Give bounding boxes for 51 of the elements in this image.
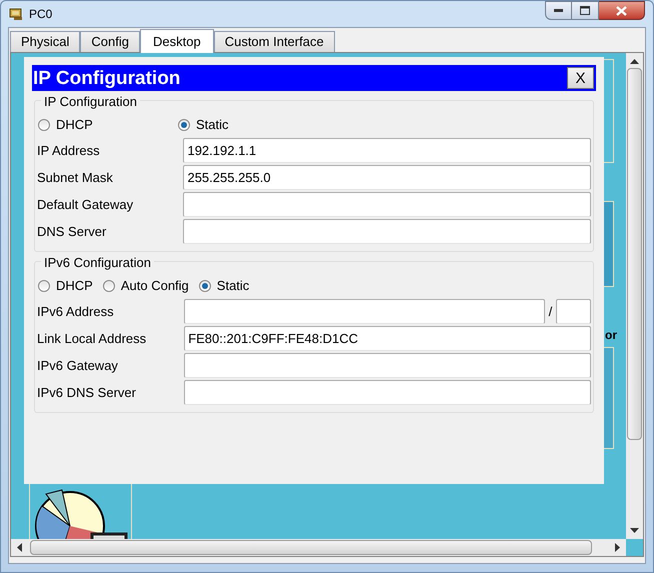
tab[interactable]: Physical	[10, 31, 80, 52]
minimize-button[interactable]	[545, 1, 572, 20]
tab[interactable]: Config	[80, 31, 140, 52]
scroll-left-icon[interactable]	[17, 543, 22, 552]
close-icon	[616, 6, 627, 16]
radio-option[interactable]: DHCP	[38, 276, 93, 296]
radio-button[interactable]	[178, 119, 190, 131]
horizontal-scrollbar[interactable]	[11, 539, 626, 556]
field-label: Default Gateway	[37, 196, 134, 214]
radio-option[interactable]: Static	[198, 276, 250, 296]
radio-button[interactable]	[38, 119, 50, 131]
field-label: DNS Server	[37, 222, 108, 241]
maximize-button[interactable]	[572, 1, 599, 20]
input-field[interactable]	[556, 299, 591, 324]
window-title: PC0	[29, 6, 52, 23]
computer-icon	[9, 7, 25, 21]
field-label: IP Address	[37, 142, 101, 160]
close-button[interactable]: X	[567, 67, 594, 89]
input-field[interactable]: 192.192.1.1	[183, 138, 591, 163]
vertical-scrollbar[interactable]	[626, 53, 643, 539]
radio-button[interactable]	[198, 280, 211, 292]
input-field[interactable]	[184, 380, 591, 405]
radio-option[interactable]: Static	[178, 115, 318, 135]
field-label: Subnet Mask	[37, 168, 114, 187]
close-button[interactable]	[599, 1, 645, 20]
input-field[interactable]: FE80::201:C9FF:FE48:D1CC	[184, 326, 591, 351]
prefix-separator: /	[548, 302, 552, 321]
dialog-title: IP Configuration	[33, 68, 180, 88]
input-field[interactable]: 255.255.255.0	[183, 165, 591, 190]
radio-button[interactable]	[102, 280, 115, 292]
input-field[interactable]	[183, 219, 591, 244]
scroll-up-icon[interactable]	[630, 59, 639, 64]
tab[interactable]: Custom Interface	[214, 31, 335, 52]
field-label: IPv6 DNS Server	[37, 384, 137, 402]
input-field[interactable]	[184, 299, 545, 324]
minimize-icon	[554, 9, 563, 12]
field-label: IPv6 Gateway	[37, 356, 119, 375]
input-field[interactable]	[183, 192, 591, 217]
radio-button[interactable]	[38, 280, 50, 292]
desktop-label: or	[605, 329, 617, 341]
radio-option[interactable]: Auto Config	[102, 276, 189, 296]
field-label: IPv6 Address	[37, 302, 115, 321]
maximize-icon	[580, 6, 590, 15]
scrollbar-thumb[interactable]	[30, 540, 592, 555]
input-field[interactable]	[184, 353, 591, 378]
scroll-right-icon[interactable]	[615, 543, 620, 552]
scrollbar-thumb[interactable]	[627, 68, 642, 440]
scroll-down-icon[interactable]	[630, 528, 639, 533]
radio-option[interactable]: DHCP	[38, 115, 178, 135]
field-label: Link Local Address	[37, 330, 148, 348]
tab[interactable]: Desktop	[140, 29, 214, 53]
